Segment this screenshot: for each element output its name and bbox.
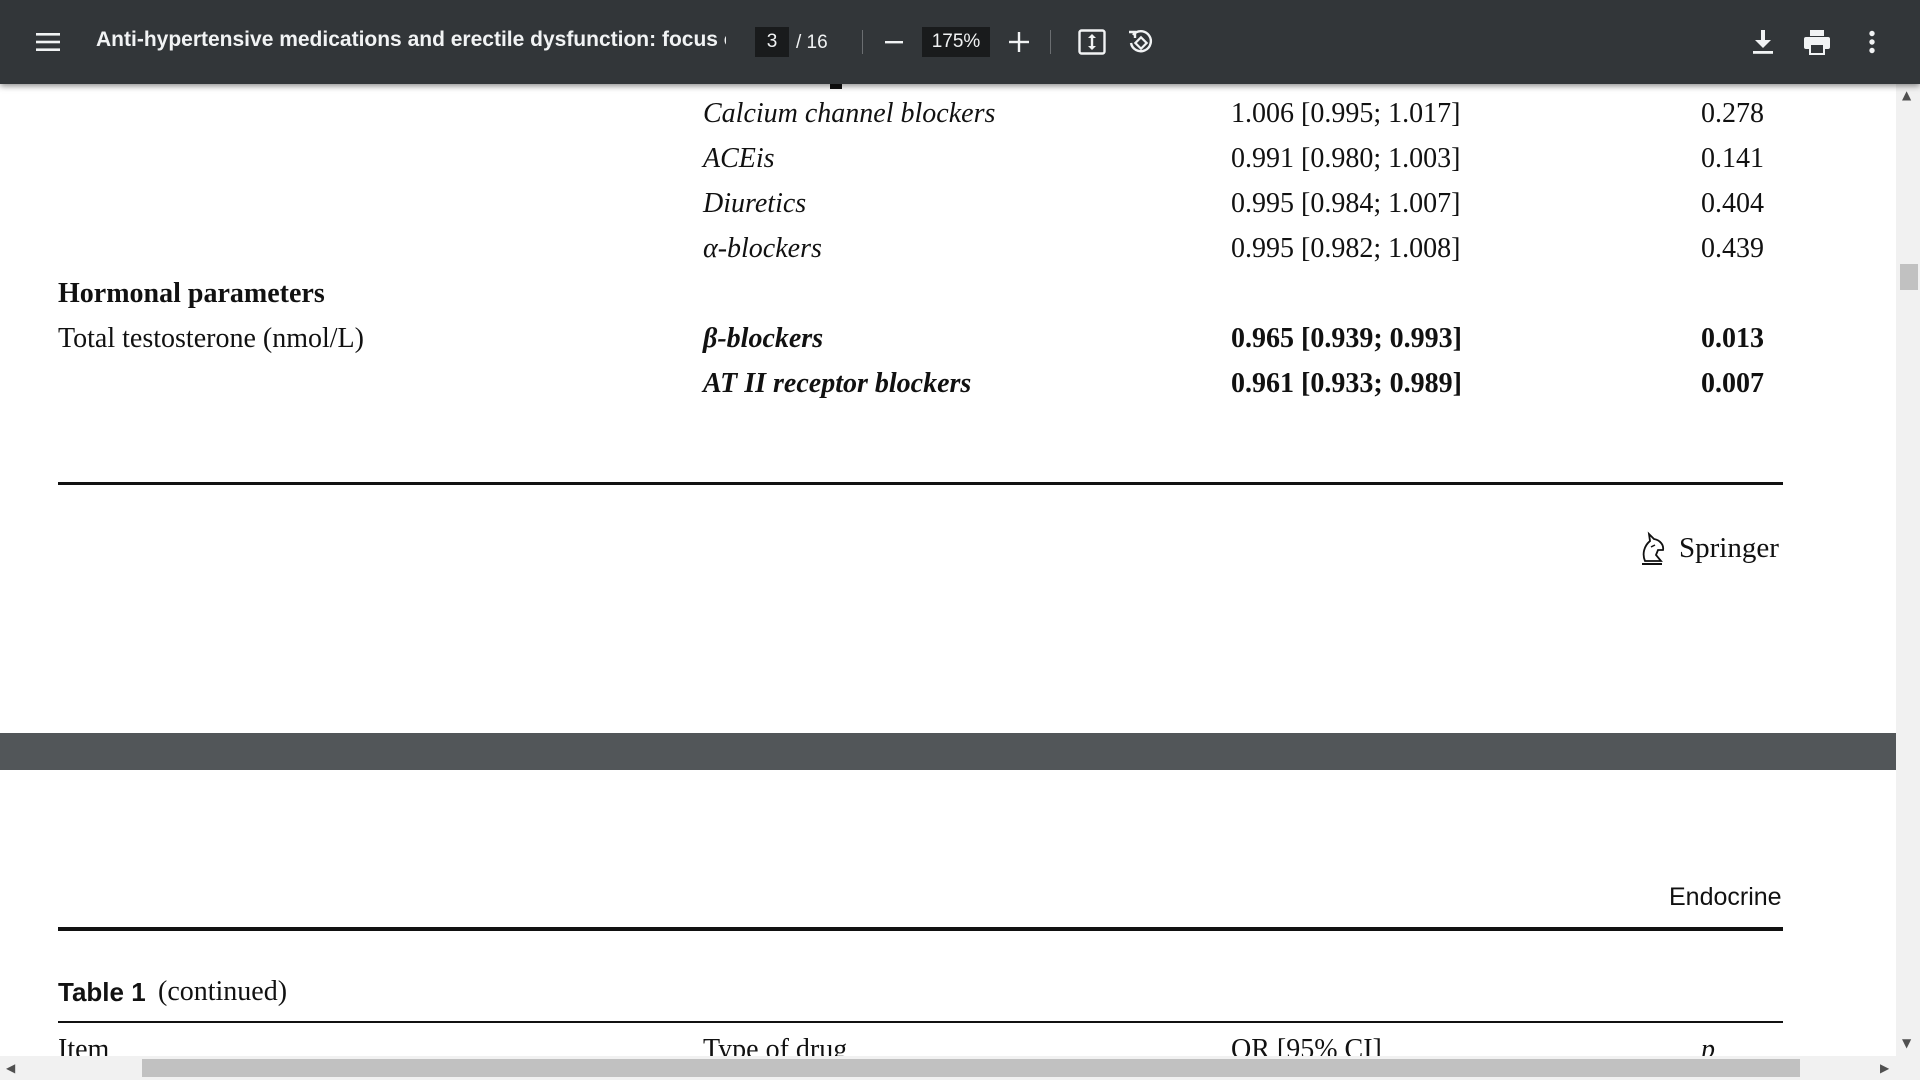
p-value: 0.141 [1701,143,1764,174]
table-bottom-rule [58,482,1783,485]
p-value: 0.013 [1701,323,1764,354]
drug-name: α-blockers [703,233,822,264]
column-header-item: Item [58,1034,110,1056]
scroll-left-arrow-icon[interactable]: ◀ [6,1061,15,1075]
zoom-in-button[interactable] [997,20,1041,64]
drug-name: β-blockers [703,323,824,354]
section-heading: Hormonal parameters [58,278,325,309]
more-options-button[interactable] [1850,20,1894,64]
hamburger-menu-icon[interactable] [26,20,70,64]
page-separator [0,733,1896,770]
item-label: Total testosterone (nmol/L) [58,323,364,354]
horizontal-scroll-thumb[interactable] [142,1059,1800,1077]
fit-page-button[interactable] [1070,20,1114,64]
download-icon [1753,30,1773,54]
more-vert-icon [1869,30,1875,54]
p-value: 0.439 [1701,233,1764,264]
or-ci-value: 0.995 [0.982; 1.008] [1231,233,1461,264]
drug-name: Diuretics [703,188,807,219]
p-value: 0.007 [1701,368,1764,399]
table-continued-note: (continued) [158,976,288,1007]
scroll-right-arrow-icon[interactable]: ▶ [1880,1061,1889,1075]
pdf-viewer[interactable]: Calcium channel blockers 1.006 [0.995; 1… [0,84,1896,1056]
page-total: / 16 [796,32,828,53]
minus-icon [885,41,903,44]
drug-name: ACEis [703,143,775,174]
print-icon [1804,30,1830,55]
publisher-name: Springer [1679,532,1779,564]
column-header-or-ci: OR [95% CI] [1231,1034,1382,1056]
p-value: 0.404 [1701,188,1764,219]
toolbar-divider [1050,30,1051,54]
table-label: Table 1 [58,977,146,1007]
header-rule [58,927,1783,931]
or-ci-value: 0.995 [0.984; 1.007] [1231,188,1461,219]
table-top-rule [58,1021,1783,1023]
scroll-up-arrow-icon[interactable]: ▲ [1902,88,1911,102]
toolbar-divider [862,30,863,54]
scroll-down-arrow-icon[interactable]: ▼ [1902,1036,1911,1050]
column-header-p: p [1701,1034,1715,1056]
or-ci-value: 0.965 [0.939; 0.993] [1231,323,1462,354]
fit-page-icon [1078,29,1106,55]
zoom-level-input[interactable] [922,27,990,57]
download-button[interactable] [1741,20,1785,64]
p-value: 0.278 [1701,98,1764,129]
or-ci-value: 0.991 [0.980; 1.003] [1231,143,1461,174]
pdf-toolbar: Anti-hypertensive medications and erecti… [0,0,1920,84]
cutoff-text-fragment [830,84,842,89]
vertical-scroll-thumb[interactable] [1900,264,1918,290]
document-title: Anti-hypertensive medications and erecti… [96,28,726,51]
zoom-out-button[interactable] [872,20,916,64]
rotate-button[interactable] [1118,20,1162,64]
springer-horse-logo-icon [1636,530,1668,568]
rotate-icon [1129,30,1152,53]
page-number-input[interactable] [755,27,789,57]
or-ci-value: 0.961 [0.933; 0.989] [1231,368,1462,399]
column-header-type-of-drug: Type of drug [703,1034,848,1056]
vertical-scrollbar[interactable] [1896,84,1920,1056]
drug-name: AT II receptor blockers [703,368,972,399]
plus-icon [1009,32,1029,52]
print-button[interactable] [1795,20,1839,64]
drug-name: Calcium channel blockers [703,98,996,129]
or-ci-value: 1.006 [0.995; 1.017] [1231,98,1461,129]
journal-name: Endocrine [1669,883,1782,911]
